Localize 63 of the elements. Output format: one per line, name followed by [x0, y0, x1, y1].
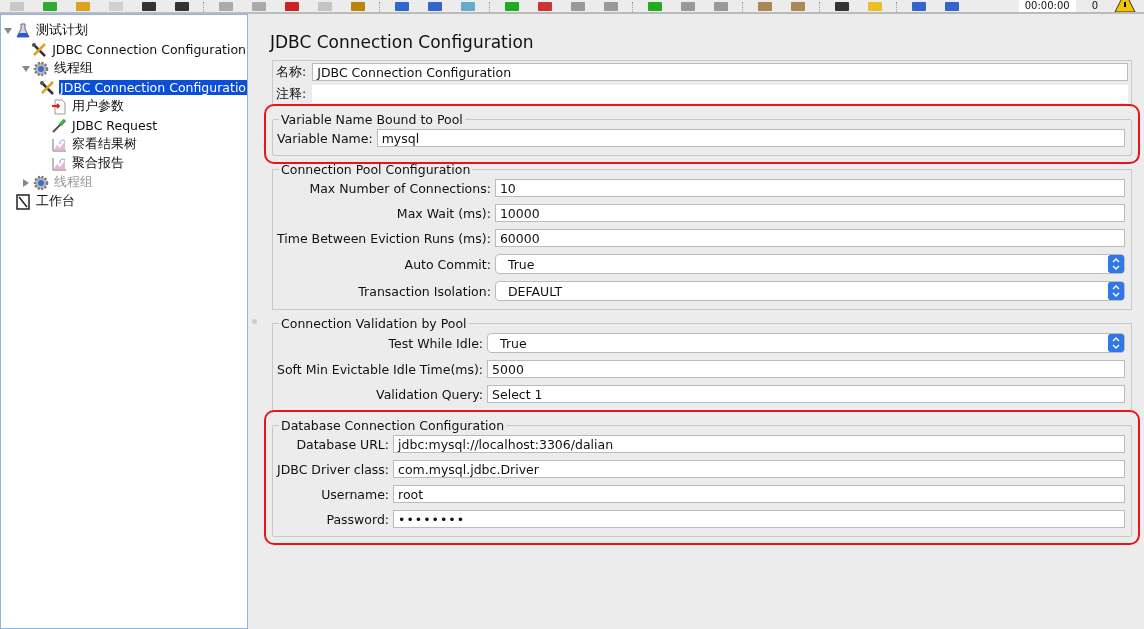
tree-item[interactable]: 测试计划: [35, 22, 89, 39]
name-label: 名称:: [276, 63, 307, 81]
tools-icon: [31, 41, 48, 58]
tree-item[interactable]: 用户参数: [71, 98, 125, 115]
field-label: Max Number of Connections:: [308, 180, 491, 196]
password-field[interactable]: ••••••••: [393, 510, 1125, 528]
gear-icon: [33, 60, 49, 77]
input-field[interactable]: com.mysql.jdbc.Driver: [393, 460, 1125, 478]
input-field[interactable]: 60000: [494, 229, 1125, 247]
tree-item[interactable]: 工作台: [35, 193, 76, 210]
elapsed-timer: 00:00:00: [1018, 0, 1076, 12]
field-label: Validation Query:: [375, 386, 484, 402]
group-title: Connection Pool Configuration: [280, 162, 472, 177]
tools-icon: [39, 79, 56, 96]
field-label: Variable Name:: [277, 130, 373, 146]
field-label: Database URL:: [295, 436, 390, 452]
comment-field[interactable]: [312, 85, 1128, 103]
group-title: Variable Name Bound to Pool: [280, 112, 464, 127]
warning-icon: [1114, 0, 1136, 12]
input-field[interactable]: 10000: [494, 204, 1125, 222]
group-title: Database Connection Configuration: [280, 418, 506, 433]
input-field[interactable]: 10: [494, 179, 1125, 197]
tree-item[interactable]: 察看结果树: [71, 136, 138, 153]
comment-label: 注释:: [276, 85, 307, 103]
dropdown[interactable]: True: [487, 333, 1125, 353]
tree-item[interactable]: JDBC Connection Configuration: [51, 42, 247, 57]
tree-item[interactable]: JDBC Connection Configuratio: [59, 80, 247, 95]
name-field[interactable]: JDBC Connection Configuration: [312, 63, 1128, 81]
input-field[interactable]: Select 1: [487, 385, 1125, 403]
graph-icon: [51, 136, 67, 153]
group-title: Connection Validation by Pool: [280, 316, 468, 331]
panel-title: JDBC Connection Configuration: [270, 32, 535, 52]
expand-toggle-icon[interactable]: [4, 26, 12, 35]
document-arrow-icon: [51, 98, 67, 115]
field-label: Test While Idle:: [387, 335, 484, 351]
field-label: Username:: [320, 486, 390, 502]
field-label: Time Between Eviction Runs (ms):: [277, 230, 491, 246]
clipboard-icon: [15, 193, 31, 210]
splitter-handle[interactable]: [251, 319, 257, 324]
input-field[interactable]: root: [393, 485, 1125, 503]
warning-count: 0: [1090, 0, 1099, 12]
input-field[interactable]: 5000: [487, 360, 1125, 378]
tree-item[interactable]: 聚合报告: [71, 155, 125, 172]
dropdown-arrows-icon: [1108, 334, 1124, 352]
tree-item[interactable]: JDBC Request: [71, 118, 159, 133]
field-label: Auto Commit:: [403, 256, 491, 272]
field-label: Soft Min Evictable Idle Time(ms):: [277, 361, 484, 377]
graph-icon: [51, 155, 67, 172]
tree-item[interactable]: 线程组: [53, 60, 94, 77]
field-label: JDBC Driver class:: [277, 461, 390, 477]
flask-icon: [15, 22, 31, 39]
dropdown-arrows-icon: [1108, 255, 1124, 273]
gear-icon: [33, 174, 49, 191]
dropdown[interactable]: DEFAULT: [494, 281, 1125, 301]
input-field[interactable]: mysql: [376, 129, 1125, 147]
field-label: Password:: [325, 511, 390, 527]
dropdown-arrows-icon: [1108, 282, 1124, 300]
pipette-icon: [51, 117, 67, 134]
input-field[interactable]: jdbc:mysql://localhost:3306/dalian: [393, 435, 1125, 453]
expand-toggle-icon[interactable]: [22, 64, 30, 73]
field-label: Max Wait (ms):: [395, 205, 491, 221]
dropdown[interactable]: True: [494, 254, 1125, 274]
field-label: Transaction Isolation:: [357, 283, 491, 299]
